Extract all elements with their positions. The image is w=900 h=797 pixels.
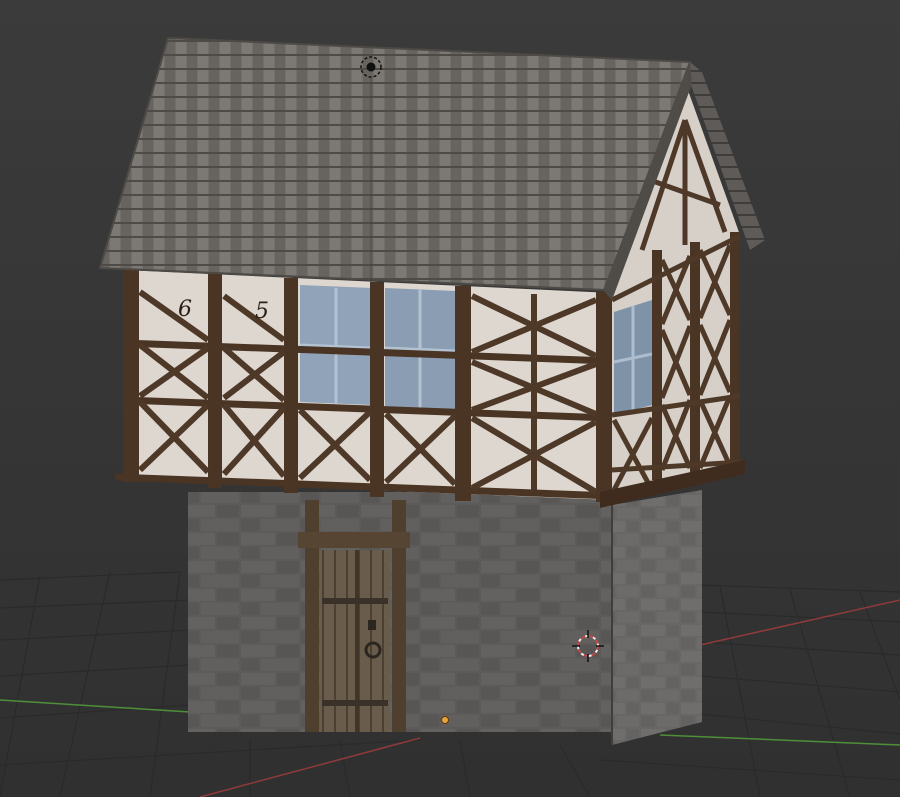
roof-front bbox=[100, 38, 690, 290]
entrance-door[interactable] bbox=[298, 500, 410, 732]
object-origin-icon[interactable] bbox=[441, 716, 449, 724]
gable-date-digit-1: 6 bbox=[178, 297, 192, 322]
house-model[interactable]: 6 5 bbox=[98, 37, 765, 745]
upper-storey-front: 6 5 bbox=[114, 270, 613, 502]
viewport-canvas[interactable]: 6 5 bbox=[0, 0, 900, 797]
gable-date-digit-2: 5 bbox=[255, 299, 269, 324]
stone-wall-side bbox=[612, 490, 702, 745]
3d-viewport[interactable]: 6 5 bbox=[0, 0, 900, 797]
